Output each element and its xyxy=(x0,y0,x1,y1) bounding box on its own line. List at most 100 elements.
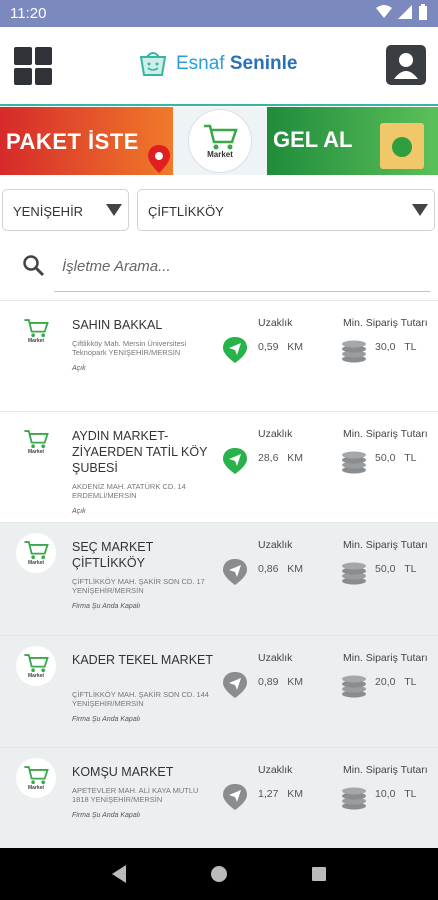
shop-distance: 28,6 KM xyxy=(258,452,303,464)
shop-distance: 0,86 KM xyxy=(258,563,303,575)
closed-location-pin-icon xyxy=(223,559,247,585)
battery-icon xyxy=(419,4,427,20)
cart-icon xyxy=(24,541,49,560)
shop-distance: 0,89 KM xyxy=(258,676,303,688)
shop-thumbnail-label: Market xyxy=(27,338,45,344)
open-location-pin-icon xyxy=(223,337,247,363)
distance-unit: KM xyxy=(287,788,303,800)
shop-name: SAHIN BAKKAL xyxy=(72,318,163,332)
cart-icon xyxy=(24,430,49,449)
min-order-label: Min. Sipariş Tutarı xyxy=(343,428,428,440)
shop-status: Firma Şu Anda Kapalı xyxy=(72,603,141,610)
search-bar[interactable]: İşletme Arama... xyxy=(22,246,430,292)
banner-market-category[interactable]: Market xyxy=(173,107,267,175)
currency: TL xyxy=(404,452,417,464)
min-order-value: 10,0 xyxy=(375,788,396,800)
district-value: YENİŞEHİR xyxy=(13,204,84,219)
back-icon[interactable] xyxy=(112,865,127,883)
shop-list-item[interactable]: Market SEÇ MARKET ÇİFTLİKKÖY ÇİFTLİKKÖY … xyxy=(0,522,438,635)
shop-status: Firma Şu Anda Kapalı xyxy=(72,812,141,819)
chevron-down-icon xyxy=(106,204,122,216)
shop-status: Açık xyxy=(72,508,86,515)
currency: TL xyxy=(404,563,417,575)
min-order-value: 50,0 xyxy=(375,563,396,575)
shop-status: Firma Şu Anda Kapalı xyxy=(72,716,141,723)
coins-icon xyxy=(342,340,366,363)
distance-value: 0,59 xyxy=(258,341,279,353)
market-badge: Market xyxy=(188,109,252,173)
distance-label: Uzaklık xyxy=(258,539,293,551)
currency: TL xyxy=(404,676,417,688)
shop-thumbnail: Market xyxy=(16,758,56,798)
closed-location-pin-icon xyxy=(223,784,247,810)
shop-list-item[interactable]: Market SAHIN BAKKAL Çiftlikköy Mah. Mers… xyxy=(0,300,438,411)
shop-min-order: 10,0 TL xyxy=(375,788,416,800)
shop-min-order: 50,0 TL xyxy=(375,563,416,575)
grid-menu-icon[interactable] xyxy=(14,47,52,85)
status-icons xyxy=(376,4,428,20)
currency: TL xyxy=(404,341,417,353)
home-icon[interactable] xyxy=(210,866,227,882)
recents-icon[interactable] xyxy=(311,867,326,881)
search-underline xyxy=(54,291,430,292)
banner-left-text: PAKET İSTE xyxy=(6,129,139,154)
shop-address: ÇİFTLİKKÖY MAH. ŞAKİR SON CD. 144 YENİŞE… xyxy=(72,690,209,708)
chevron-down-icon xyxy=(412,204,428,216)
profile-button[interactable] xyxy=(386,45,426,85)
min-order-label: Min. Sipariş Tutarı xyxy=(343,317,428,329)
shop-list[interactable]: Market SAHIN BAKKAL Çiftlikköy Mah. Mers… xyxy=(0,300,438,848)
shop-name: KADER TEKEL MARKET xyxy=(72,653,214,667)
min-order-label: Min. Sipariş Tutarı xyxy=(343,652,428,664)
distance-unit: KM xyxy=(287,341,303,353)
shop-status: Açık xyxy=(72,365,86,372)
shop-name: AYDIN MARKET-ZİYAERDEN TATİL KÖY ŞUBESİ xyxy=(72,429,208,475)
banner-gel-al[interactable]: GEL AL xyxy=(267,107,438,175)
search-icon xyxy=(23,255,45,277)
banner-right-text: GEL AL xyxy=(273,127,353,152)
coins-icon xyxy=(342,787,366,810)
cart-icon xyxy=(24,319,49,338)
shop-list-item[interactable]: Market KOMŞU MARKET APETEVLER MAH. ALİ K… xyxy=(0,747,438,848)
shop-thumbnail-label: Market xyxy=(27,560,45,566)
closed-location-pin-icon xyxy=(223,672,247,698)
distance-unit: KM xyxy=(287,452,303,464)
app-logo: Esnaf Seninle xyxy=(138,49,297,79)
search-input[interactable]: İşletme Arama... xyxy=(62,258,171,275)
shop-thumbnail: Market xyxy=(16,646,56,686)
logo-text-right: Seninle xyxy=(229,53,298,74)
coins-icon xyxy=(342,675,366,698)
signal-icon xyxy=(398,5,412,19)
coins-icon xyxy=(342,451,366,474)
neighborhood-select[interactable]: ÇİFTLİKKÖY xyxy=(137,189,435,231)
min-order-label: Min. Sipariş Tutarı xyxy=(343,764,428,776)
promo-banner: PAKET İSTE Market GEL AL xyxy=(0,107,438,175)
distance-value: 28,6 xyxy=(258,452,279,464)
banner-paket-iste[interactable]: PAKET İSTE xyxy=(0,107,173,175)
logo-text: Esnaf Seninle xyxy=(176,53,297,75)
open-location-pin-icon xyxy=(223,448,247,474)
min-order-value: 30,0 xyxy=(375,341,396,353)
shop-list-item[interactable]: Market AYDIN MARKET-ZİYAERDEN TATİL KÖY … xyxy=(0,411,438,522)
shop-thumbnail-label: Market xyxy=(27,449,45,455)
distance-value: 0,86 xyxy=(258,563,279,575)
min-order-value: 50,0 xyxy=(375,452,396,464)
location-filters: YENİŞEHİR ÇİFTLİKKÖY xyxy=(0,189,438,233)
distance-label: Uzaklık xyxy=(258,428,293,440)
cart-icon xyxy=(24,654,49,673)
distance-value: 0,89 xyxy=(258,676,279,688)
shop-distance: 1,27 KM xyxy=(258,788,303,800)
shop-thumbnail: Market xyxy=(16,533,56,573)
district-select[interactable]: YENİŞEHİR xyxy=(2,189,129,231)
distance-label: Uzaklık xyxy=(258,764,293,776)
neighborhood-value: ÇİFTLİKKÖY xyxy=(148,204,224,219)
user-icon xyxy=(394,53,418,79)
shop-address: ÇİFTLİKKÖY MAH. ŞAKİR SON CD. 17 YENİŞEH… xyxy=(72,577,205,595)
cart-icon xyxy=(24,766,49,785)
shop-list-item[interactable]: Market KADER TEKEL MARKET ÇİFTLİKKÖY MAH… xyxy=(0,635,438,747)
wifi-icon xyxy=(376,5,392,18)
shop-thumbnail: Market xyxy=(16,422,56,462)
shop-name: SEÇ MARKET ÇİFTLİKKÖY xyxy=(72,540,154,570)
status-bar: 11:20 xyxy=(0,0,438,27)
distance-value: 1,27 xyxy=(258,788,279,800)
shop-min-order: 20,0 TL xyxy=(375,676,416,688)
